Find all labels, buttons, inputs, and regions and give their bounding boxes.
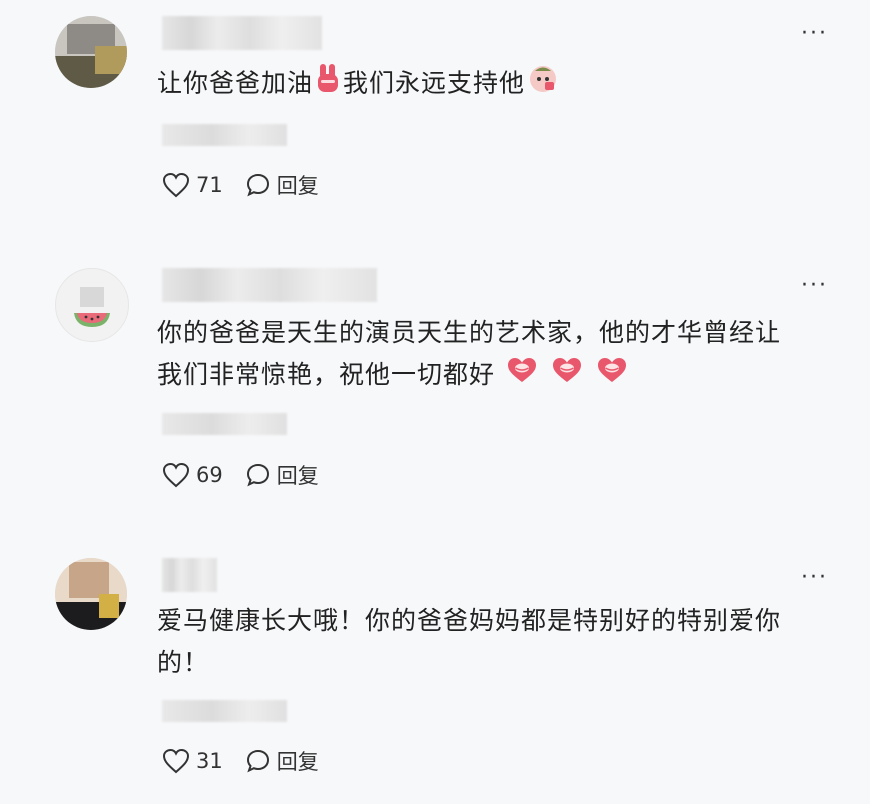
watermelon-avatar-icon bbox=[74, 287, 110, 327]
username-redacted bbox=[162, 558, 217, 592]
like-count: 71 bbox=[196, 173, 223, 197]
comment-bubble-icon bbox=[246, 173, 269, 197]
comment-actions: 69 回复 bbox=[162, 460, 341, 490]
heart-icon bbox=[162, 172, 190, 198]
reply-label: 回复 bbox=[276, 464, 319, 488]
user-avatar[interactable] bbox=[55, 558, 127, 630]
comment-bubble-icon bbox=[246, 749, 269, 773]
reply-button[interactable]: 回复 bbox=[245, 746, 319, 776]
comment-text-part: 让你爸爸加油 bbox=[157, 68, 314, 98]
user-avatar[interactable] bbox=[55, 16, 127, 88]
comment-actions: 71 回复 bbox=[162, 170, 341, 200]
comment-text-line: 的！ bbox=[157, 648, 210, 677]
like-button[interactable]: 71 bbox=[162, 172, 223, 198]
comment-text-part: 我们永远支持他 bbox=[343, 68, 526, 98]
comment-text: 你的爸爸是天生的演员天生的艺术家，他的才华曾经让 我们非常惊艳，祝他一切都好 bbox=[157, 312, 830, 397]
comment-text-line: 爱马健康长大哦！你的爸爸妈妈都是特别好的特别爱你 bbox=[157, 606, 782, 635]
like-button[interactable]: 69 bbox=[162, 462, 223, 488]
like-count: 69 bbox=[196, 463, 223, 487]
heart-lips-emoji-icon bbox=[551, 355, 583, 397]
comment-item: ··· 你的爸爸是天生的演员天生的艺术家，他的才华曾经让 我们非常惊艳，祝他一切… bbox=[0, 260, 870, 530]
comment-text: 爱马健康长大哦！你的爸爸妈妈都是特别好的特别爱你 的！ bbox=[157, 600, 830, 684]
comment-text-line-wrap: 我们非常惊艳，祝他一切都好 bbox=[157, 354, 830, 397]
username-redacted bbox=[162, 16, 322, 50]
more-options-icon[interactable]: ··· bbox=[801, 23, 828, 45]
username-redacted bbox=[162, 268, 377, 302]
heart-lips-emoji-icon bbox=[596, 355, 628, 397]
comment-item: ··· 让你爸爸加油 我们永远支持他 71 回复 bbox=[0, 0, 870, 250]
timestamp-redacted bbox=[162, 124, 287, 146]
comment-text-line: 你的爸爸是天生的演员天生的艺术家，他的才华曾经让 bbox=[157, 318, 782, 347]
like-button[interactable]: 31 bbox=[162, 748, 223, 774]
comment-item: ··· 爱马健康长大哦！你的爸爸妈妈都是特别好的特别爱你 的！ 31 回复 bbox=[0, 550, 870, 804]
comment-actions: 31 回复 bbox=[162, 746, 341, 776]
more-options-icon[interactable]: ··· bbox=[801, 275, 828, 297]
heart-icon bbox=[162, 462, 190, 488]
reply-label: 回复 bbox=[276, 174, 319, 198]
reply-button[interactable]: 回复 bbox=[245, 460, 319, 490]
comment-text: 让你爸爸加油 我们永远支持他 bbox=[157, 62, 830, 107]
user-avatar[interactable] bbox=[55, 268, 129, 342]
more-options-icon[interactable]: ··· bbox=[801, 567, 828, 589]
timestamp-redacted bbox=[162, 413, 287, 435]
comment-text-part: 我们非常惊艳，祝他一切都好 bbox=[157, 360, 496, 389]
victory-hand-emoji-icon bbox=[315, 62, 341, 107]
like-count: 31 bbox=[196, 749, 223, 773]
timestamp-redacted bbox=[162, 700, 287, 722]
heart-icon bbox=[162, 748, 190, 774]
face-emoji-icon bbox=[527, 62, 559, 107]
comment-bubble-icon bbox=[246, 463, 269, 487]
reply-label: 回复 bbox=[276, 750, 319, 774]
reply-button[interactable]: 回复 bbox=[245, 170, 319, 200]
heart-lips-emoji-icon bbox=[506, 355, 538, 397]
